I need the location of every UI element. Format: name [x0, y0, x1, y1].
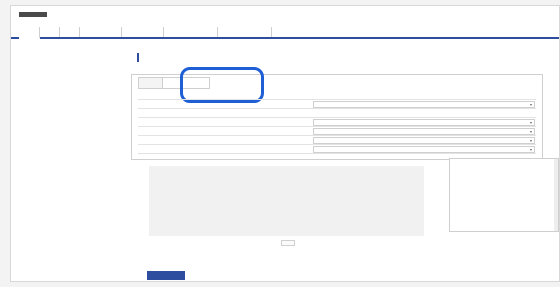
- chevron-down-icon: ▾: [529, 129, 532, 134]
- chevron-down-icon: ▾: [529, 102, 532, 107]
- tab-1[interactable]: [19, 27, 40, 39]
- brand-logo: [19, 12, 47, 17]
- settings-row: ▾: [138, 100, 536, 109]
- settings-row: ▾: [138, 145, 536, 154]
- app-window: ▾ ▾ ▾ ▾ ▾: [10, 5, 560, 282]
- tab-5[interactable]: [123, 27, 164, 37]
- preview-button[interactable]: [281, 240, 295, 246]
- chevron-down-icon: ▾: [529, 147, 532, 152]
- tab-6[interactable]: [165, 27, 218, 37]
- panel-tab-1[interactable]: [138, 77, 164, 89]
- settings-panel: ▾ ▾ ▾ ▾ ▾: [131, 67, 543, 160]
- save-button[interactable]: [147, 271, 185, 280]
- settings-row: [138, 91, 536, 100]
- scrollbar[interactable]: [554, 159, 558, 231]
- main-tabs: [11, 27, 559, 39]
- header: [11, 6, 559, 24]
- tab-4[interactable]: [81, 27, 122, 37]
- settings-row: ▾: [138, 118, 536, 127]
- settings-row: ▾: [138, 136, 536, 145]
- settings-row: [138, 109, 536, 118]
- tab-2[interactable]: [41, 27, 60, 37]
- tab-7[interactable]: [219, 27, 272, 37]
- row-select[interactable]: ▾: [313, 119, 535, 126]
- chevron-down-icon: ▾: [529, 120, 532, 125]
- side-list-box: [449, 158, 559, 232]
- sidebar: [11, 46, 121, 50]
- row-select[interactable]: ▾: [313, 101, 535, 108]
- settings-row: ▾: [138, 127, 536, 136]
- row-select[interactable]: ▾: [313, 137, 535, 144]
- row-select[interactable]: ▾: [313, 128, 535, 135]
- row-select[interactable]: ▾: [313, 146, 535, 153]
- chevron-down-icon: ▾: [529, 138, 532, 143]
- preview-area: [149, 166, 424, 236]
- tab-3[interactable]: [61, 27, 80, 37]
- title-accent-bar: [137, 53, 139, 62]
